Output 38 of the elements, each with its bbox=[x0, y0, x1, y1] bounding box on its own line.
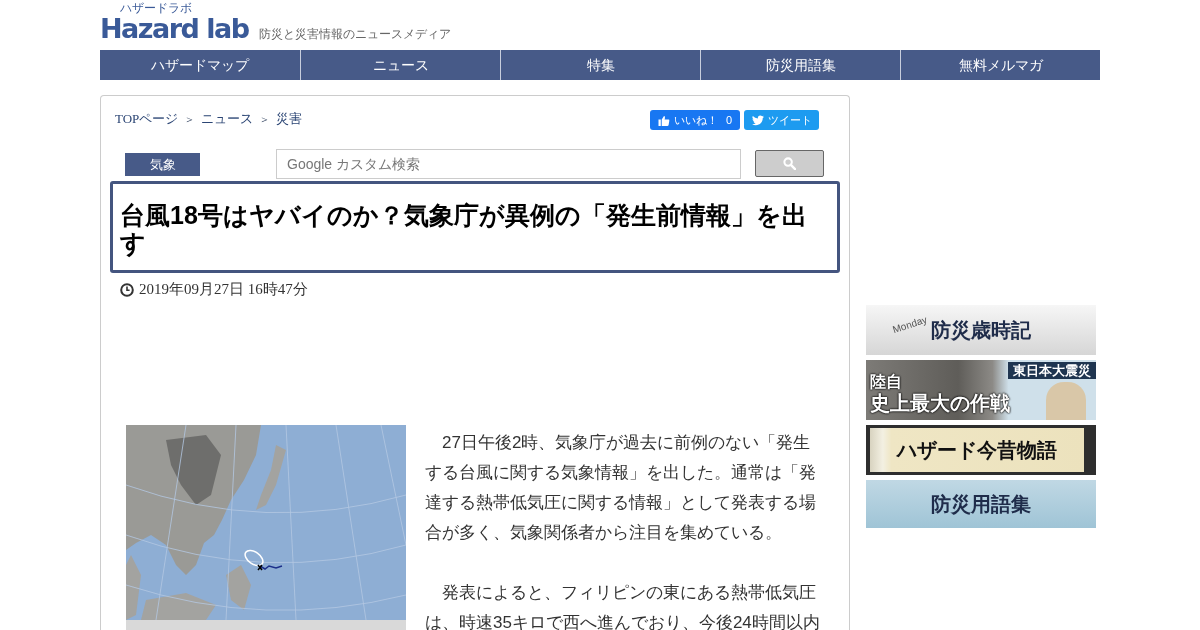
site-tagline: 防災と災害情報のニュースメディア bbox=[258, 26, 451, 42]
nav-item[interactable]: ハザードマップ bbox=[100, 50, 300, 80]
site-logo[interactable]: ハザードラボ Hazard lab bbox=[100, 1, 249, 42]
search-field[interactable]: Google カスタム検索 bbox=[276, 149, 741, 179]
photo-banner[interactable]: 陸自 史上最大の作戦 東日本大震災 bbox=[866, 360, 1096, 420]
glossary-banner[interactable]: 防災用語集 bbox=[866, 480, 1096, 528]
bird-icon bbox=[751, 114, 764, 126]
nav-item[interactable]: 防災用語集 bbox=[700, 50, 900, 80]
breadcrumb-separator: ＞ bbox=[259, 112, 271, 127]
publish-date: 2019年09月27日 16時47分 bbox=[139, 281, 308, 298]
breadcrumb-link[interactable]: ニュース bbox=[201, 110, 254, 128]
breadcrumb-link[interactable]: 災害 bbox=[276, 110, 303, 128]
article-title: 台風18号はヤバイのか？気象庁が異例の「発生前情報」を出す bbox=[120, 201, 808, 257]
banner-decor-text: Monday bbox=[891, 313, 929, 336]
logo-text: Hazard lab bbox=[100, 15, 249, 42]
breadcrumb-separator: ＞ bbox=[184, 112, 196, 127]
breadcrumb-link[interactable]: TOPページ bbox=[115, 110, 179, 128]
article-paragraph: 27日午後2時、気象庁が過去に前例のない「発生する台風に関する気象情報」を出した。通常は「発達する熱帯低気圧に関する情報」として発表する場合が多く、気象関係者から注目を集めている。 bbox=[425, 432, 817, 544]
photo-placeholder bbox=[1046, 382, 1086, 420]
nav-item[interactable]: 特集 bbox=[500, 50, 700, 80]
banner-title: 防災歳時記 bbox=[931, 318, 1031, 342]
banner-badge: 東日本大震災 bbox=[1008, 362, 1096, 379]
category-tag[interactable]: 気象 bbox=[125, 153, 200, 176]
search-icon bbox=[783, 157, 796, 170]
logo-kana: ハザードラボ bbox=[120, 1, 192, 15]
scroll-banner[interactable]: ハザード今昔物語 bbox=[866, 425, 1096, 475]
search-button[interactable] bbox=[755, 150, 824, 177]
article-paragraph: 発表によると、フィリピンの東にある熱帯低気圧は、時速35キロで西へ進んでおり、今後24時間以内 bbox=[425, 582, 821, 630]
calendar-banner[interactable]: Monday 防災歳時記 bbox=[866, 305, 1096, 355]
thumbs-up-icon bbox=[657, 114, 670, 126]
clock-icon bbox=[120, 282, 134, 297]
nav-item[interactable]: ニュース bbox=[300, 50, 500, 80]
banner-title: ハザード今昔物語 bbox=[897, 438, 1057, 462]
like-button[interactable]: いいね！ 0 bbox=[650, 110, 740, 130]
banner-title: 陸自 bbox=[870, 373, 903, 391]
nav-item[interactable]: 無料メルマガ bbox=[900, 50, 1100, 80]
banner-title: 防災用語集 bbox=[931, 492, 1031, 516]
banner-title: 史上最大の作戦 bbox=[870, 391, 1010, 415]
